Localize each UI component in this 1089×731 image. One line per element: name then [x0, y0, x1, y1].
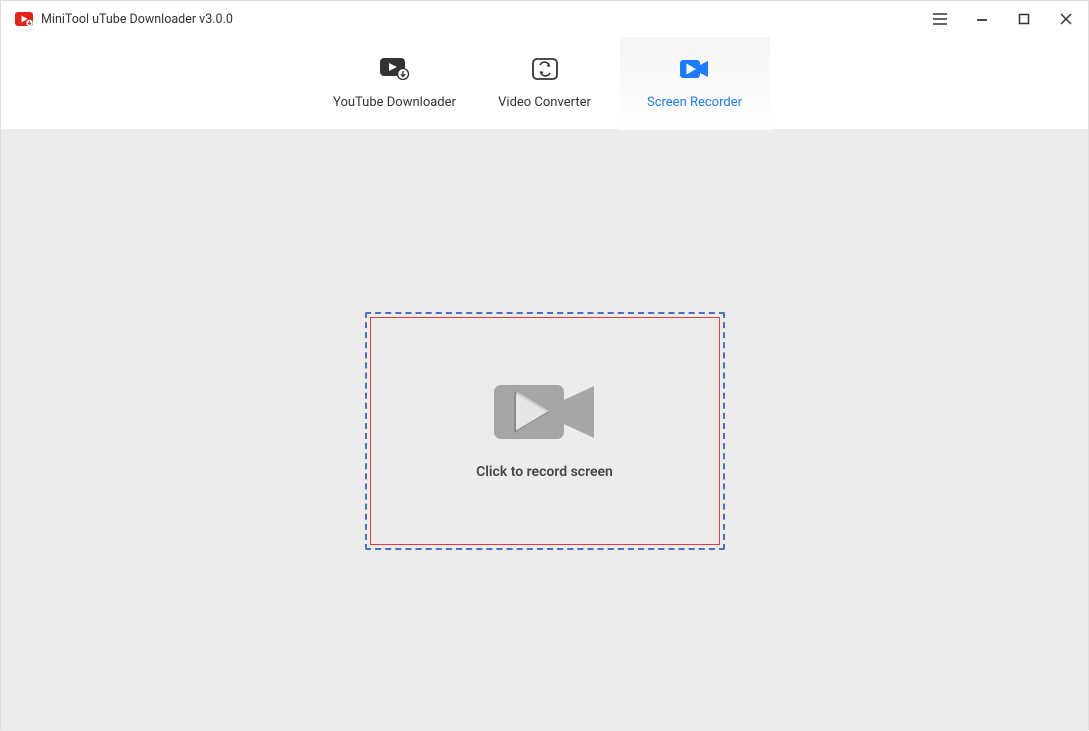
app-title: MiniTool uTube Downloader v3.0.0 — [41, 12, 233, 27]
tab-label: Screen Recorder — [647, 95, 742, 110]
record-prompt-text: Click to record screen — [476, 464, 613, 480]
titlebar-left: MiniTool uTube Downloader v3.0.0 — [15, 10, 233, 28]
youtube-downloader-icon — [380, 57, 410, 81]
titlebar: MiniTool uTube Downloader v3.0.0 — [1, 1, 1088, 37]
titlebar-controls — [930, 1, 1076, 37]
camera-record-icon — [494, 382, 596, 442]
maximize-button[interactable] — [1014, 9, 1034, 29]
tab-label: Video Converter — [498, 95, 591, 110]
menu-button[interactable] — [930, 9, 950, 29]
app-logo-icon — [15, 10, 33, 28]
tab-video-converter[interactable]: Video Converter — [470, 37, 620, 130]
record-content[interactable]: Click to record screen — [375, 322, 715, 540]
tabs-container: YouTube Downloader Video Converter Scree… — [1, 37, 1088, 130]
tab-youtube-downloader[interactable]: YouTube Downloader — [320, 37, 470, 130]
close-button[interactable] — [1056, 9, 1076, 29]
tab-label: YouTube Downloader — [333, 95, 456, 110]
record-area[interactable]: Click to record screen — [365, 312, 725, 550]
video-converter-icon — [530, 57, 560, 81]
tab-screen-recorder[interactable]: Screen Recorder — [620, 37, 770, 130]
minimize-button[interactable] — [972, 9, 992, 29]
screen-recorder-icon — [680, 57, 710, 81]
main-content: Click to record screen — [1, 130, 1088, 731]
